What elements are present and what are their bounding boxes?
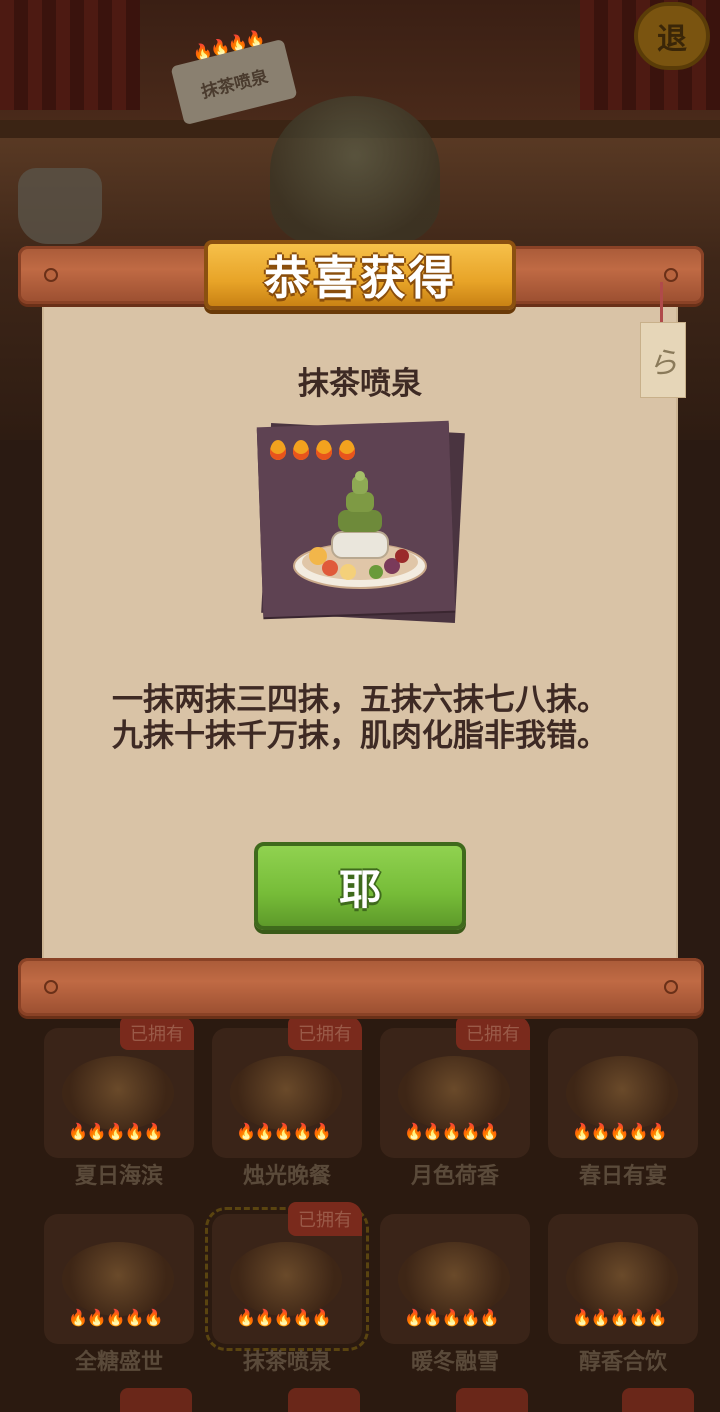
- item-description: 一抹两抹三四抹，五抹六抹七八抹。九抹十抹千万抹，肌肉化脂非我错。: [112, 682, 608, 754]
- confirm-button[interactable]: 耶: [254, 842, 466, 930]
- modal-title: 恭喜获得: [264, 251, 456, 305]
- modal-title-banner: 恭喜获得: [204, 240, 516, 310]
- item-rating: [268, 438, 357, 462]
- nail-icon: [44, 980, 58, 994]
- item-name: 抹茶喷泉: [298, 366, 422, 402]
- reward-modal: ら 恭喜获得 抹茶喷泉 一抹两抹三四抹，五抹六抹七八抹。九抹十抹千万抹，肌肉化脂…: [0, 0, 720, 1412]
- flame-icon: [291, 438, 311, 462]
- flame-icon: [268, 438, 288, 462]
- flame-icon: [314, 438, 334, 462]
- nail-icon: [44, 268, 58, 282]
- nail-icon: [664, 980, 678, 994]
- nail-icon: [664, 268, 678, 282]
- tag-string: [660, 282, 663, 326]
- matcha-fountain-icon: [293, 471, 427, 589]
- flame-icon: [337, 438, 357, 462]
- confirm-label: 耶: [338, 864, 381, 914]
- scroll-rod-bottom: [18, 958, 704, 1016]
